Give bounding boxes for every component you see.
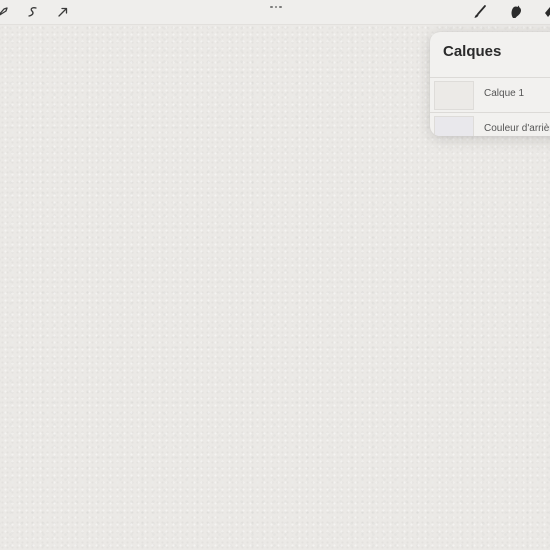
layers-panel: Calques Calque 1 Couleur d'arrière bbox=[430, 32, 550, 136]
selection-icon[interactable] bbox=[24, 3, 42, 21]
smudge-icon[interactable] bbox=[507, 3, 525, 21]
more-dots-icon[interactable] bbox=[266, 2, 286, 12]
adjustments-icon[interactable] bbox=[0, 3, 12, 21]
eraser-icon[interactable] bbox=[541, 3, 550, 21]
layer-thumbnail bbox=[434, 81, 474, 110]
layer-thumbnail bbox=[434, 116, 474, 136]
layer-name: Couleur d'arrière bbox=[484, 123, 550, 134]
brush-icon[interactable] bbox=[471, 3, 489, 21]
layer-name: Calque 1 bbox=[484, 88, 525, 99]
transform-icon[interactable] bbox=[54, 3, 72, 21]
background-color-row[interactable]: Couleur d'arrière bbox=[430, 112, 550, 136]
layer-row[interactable]: Calque 1 bbox=[430, 78, 550, 112]
top-toolbar bbox=[0, 0, 550, 25]
layers-panel-title: Calques bbox=[443, 43, 502, 60]
